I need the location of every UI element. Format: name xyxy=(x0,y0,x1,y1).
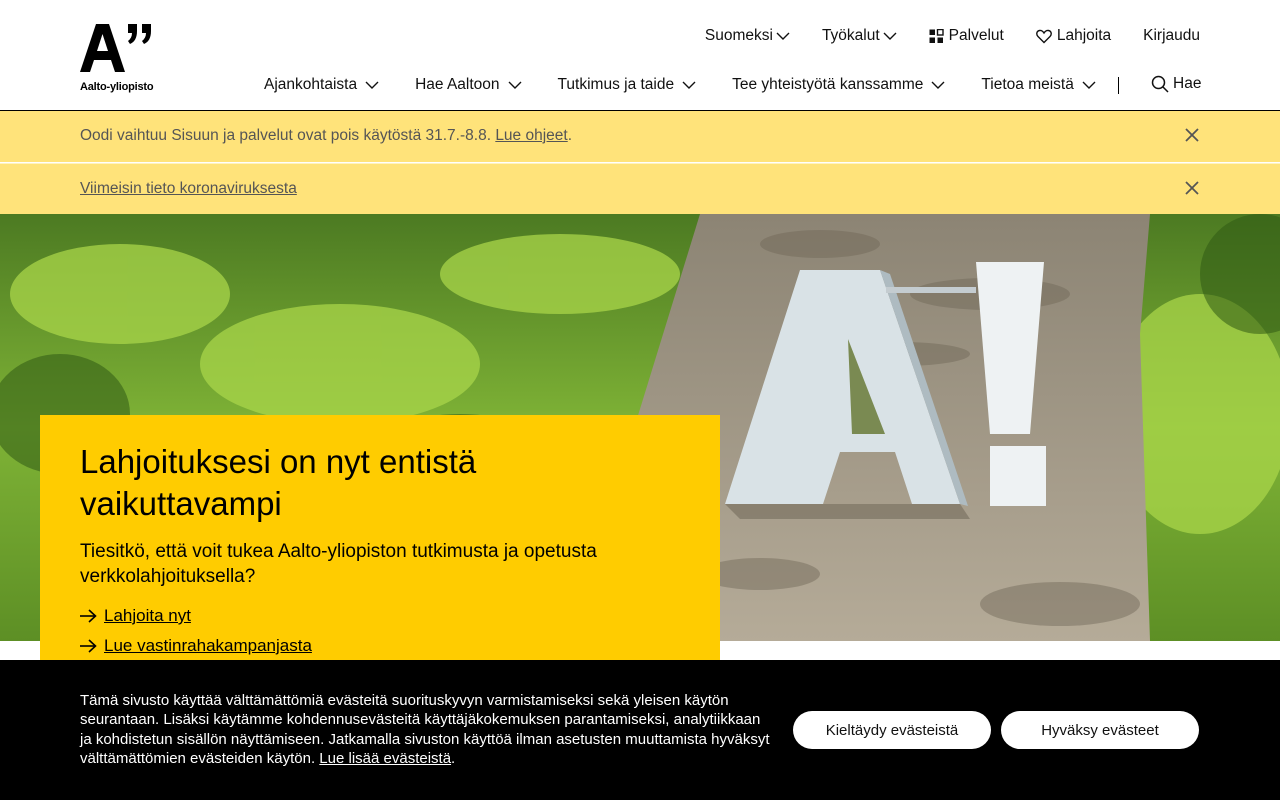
notice-message: Oodi vaihtuu Sisuun ja palvelut ovat poi… xyxy=(80,127,496,144)
chevron-down-icon xyxy=(776,31,790,41)
matching-campaign-label: Lue vastinrahakampanjasta xyxy=(104,636,312,655)
nav-item-label: Ajankohtaista xyxy=(264,76,358,93)
cookie-banner: Tämä sivusto käyttää välttämättömiä eväs… xyxy=(0,660,1280,800)
accept-cookies-button[interactable]: Hyväksy evästeet xyxy=(1001,711,1199,749)
notice-text: Viimeisin tieto koronaviruksesta xyxy=(80,180,297,198)
close-icon[interactable] xyxy=(1184,127,1200,143)
matching-campaign-link[interactable]: Lue vastinrahakampanjasta xyxy=(80,636,312,656)
nav-item-tutkimus-ja-taide[interactable]: Tutkimus ja taide xyxy=(558,76,697,94)
chevron-down-icon xyxy=(883,31,897,41)
language-label: Suomeksi xyxy=(704,27,773,44)
nav-item-label: Tee yhteistyötä kanssamme xyxy=(732,76,924,93)
cookie-text: Tämä sivusto käyttää välttämättömiä eväs… xyxy=(80,691,770,769)
search-button[interactable]: Hae xyxy=(1151,75,1201,93)
donate-label: Lahjoita xyxy=(1056,27,1112,44)
grid-icon xyxy=(929,28,944,44)
services-label: Palvelut xyxy=(948,27,1004,44)
logo-mark-icon xyxy=(80,24,151,72)
promo-title: Lahjoituksesi on nyt entistä vaikuttavam… xyxy=(80,443,477,522)
donate-now-link[interactable]: Lahjoita nyt xyxy=(80,606,191,626)
nav-item-hae-aaltoon[interactable]: Hae Aaltoon xyxy=(415,76,522,94)
promo-body: Tiesitkö, että voit tukea Aalto-yliopist… xyxy=(80,541,597,587)
notice-banner: Oodi vaihtuu Sisuun ja palvelut ovat poi… xyxy=(0,111,1280,162)
nav-divider xyxy=(1118,77,1119,94)
arrow-right-icon xyxy=(80,639,97,653)
main-nav: Ajankohtaista Hae Aaltoon Tutkimus ja ta… xyxy=(264,74,1132,96)
nav-item-ajankohtaista[interactable]: Ajankohtaista xyxy=(264,76,379,94)
aalto-logo[interactable]: Aalto-yliopisto xyxy=(80,24,160,94)
services-link[interactable]: Palvelut xyxy=(929,27,1004,45)
donate-now-label: Lahjoita nyt xyxy=(104,606,191,625)
notice-link[interactable]: Viimeisin tieto koronaviruksesta xyxy=(80,180,297,197)
login-link[interactable]: Kirjaudu xyxy=(1143,27,1200,45)
notice-link[interactable]: Lue ohjeet xyxy=(495,127,567,144)
tools-label: Työkalut xyxy=(821,27,880,44)
decline-cookies-button[interactable]: Kieltäydy evästeistä xyxy=(793,711,991,749)
chevron-down-icon xyxy=(931,80,945,90)
chevron-down-icon xyxy=(1082,80,1096,90)
chevron-down-icon xyxy=(508,80,522,90)
chevron-down-icon xyxy=(682,80,696,90)
utility-nav: Suomeksi Työkalut Palvelut Lahjoita Kirj… xyxy=(705,26,1200,46)
language-selector[interactable]: Suomeksi xyxy=(705,27,790,45)
nav-item-yhteistyo[interactable]: Tee yhteistyötä kanssamme xyxy=(732,76,945,94)
arrow-right-icon xyxy=(80,609,97,623)
login-label: Kirjaudu xyxy=(1143,27,1200,44)
chevron-down-icon xyxy=(365,80,379,90)
site-header: Aalto-yliopisto Suomeksi Työkalut Palvel… xyxy=(0,0,1280,111)
logo-text: Aalto-yliopisto xyxy=(80,81,154,93)
heart-icon xyxy=(1035,29,1052,44)
tools-menu[interactable]: Työkalut xyxy=(822,27,897,45)
nav-item-label: Tietoa meistä xyxy=(981,76,1074,93)
nav-item-label: Hae Aaltoon xyxy=(415,76,500,93)
notice-banner: Viimeisin tieto koronaviruksesta xyxy=(0,163,1280,214)
cookie-suffix: . xyxy=(451,750,456,768)
search-icon xyxy=(1151,75,1169,93)
close-icon[interactable] xyxy=(1184,180,1200,196)
nav-item-label: Tutkimus ja taide xyxy=(557,76,675,93)
search-label: Hae xyxy=(1173,75,1202,92)
notice-text: Oodi vaihtuu Sisuun ja palvelut ovat poi… xyxy=(80,127,572,145)
donate-link[interactable]: Lahjoita xyxy=(1035,27,1112,45)
notice-suffix: . xyxy=(567,127,573,144)
nav-item-tietoa-meista[interactable]: Tietoa meistä xyxy=(981,76,1096,94)
cookie-info-link[interactable]: Lue lisää evästeistä xyxy=(319,750,451,767)
promo-card: Lahjoituksesi on nyt entistä vaikuttavam… xyxy=(40,415,720,660)
